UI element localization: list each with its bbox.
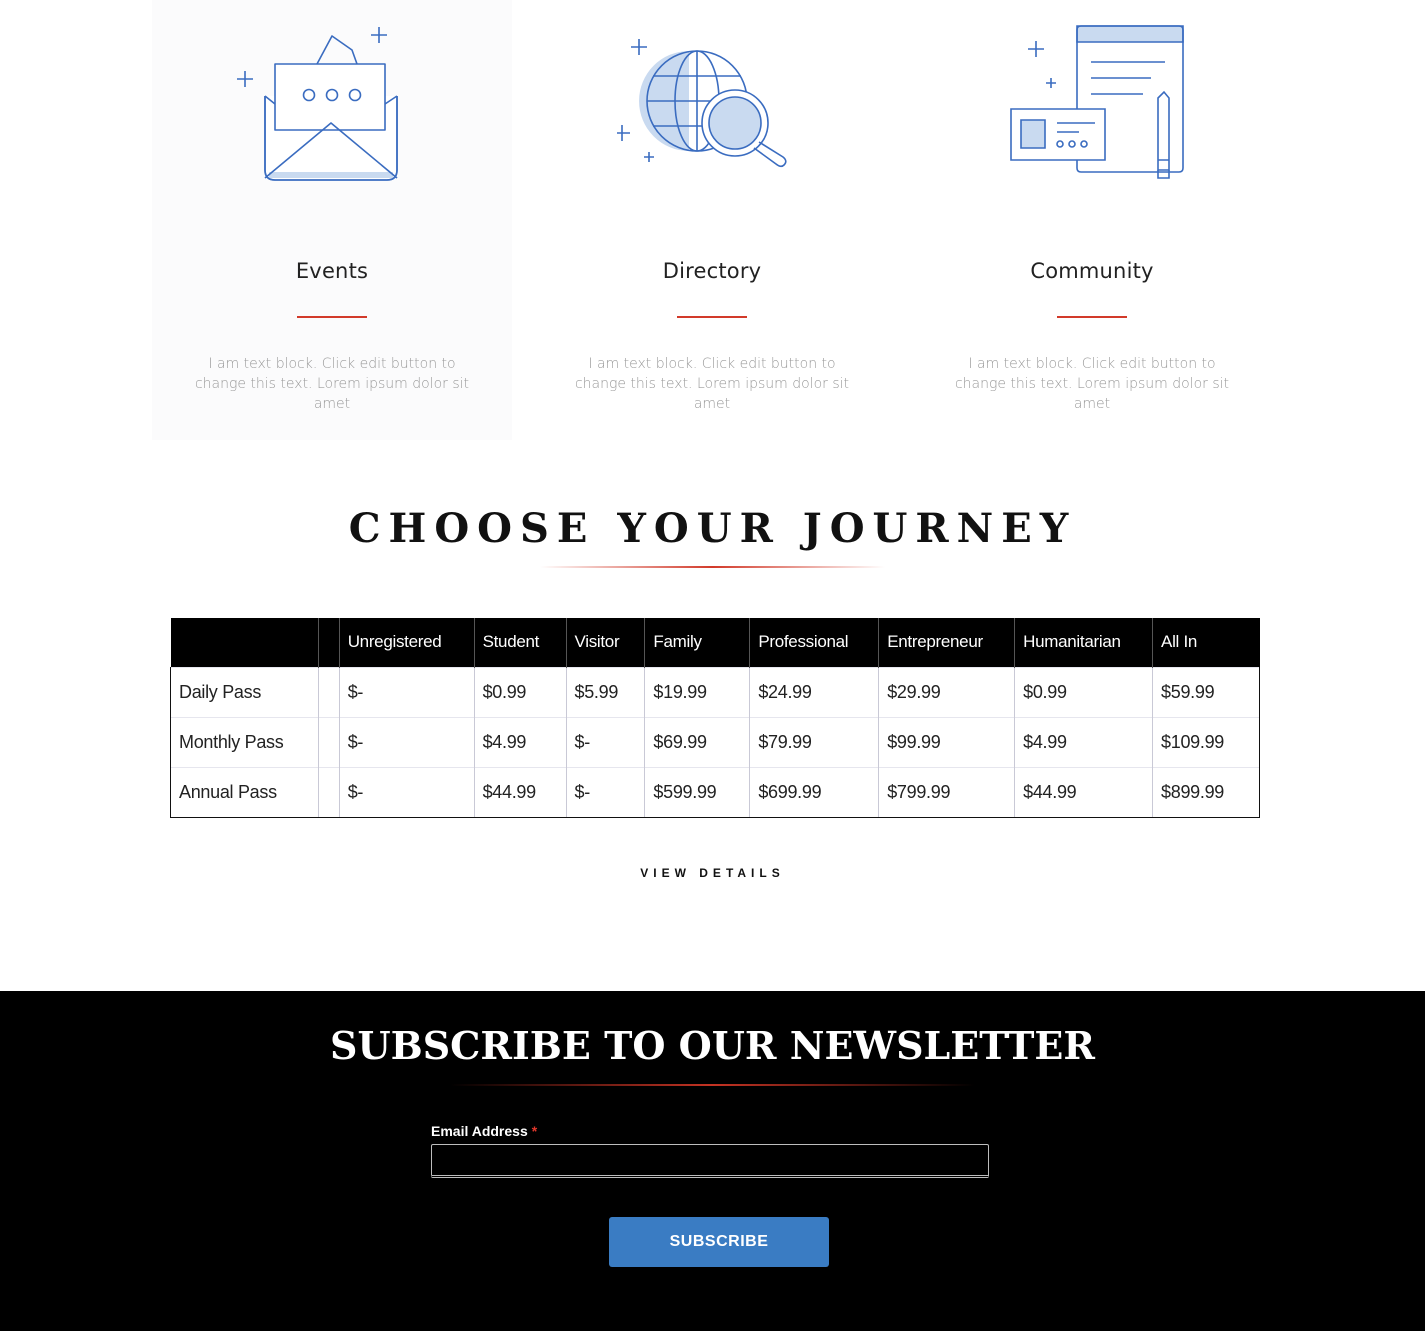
column-header: All In bbox=[1152, 618, 1260, 667]
feature-text: I am text block. Click edit button to ch… bbox=[574, 356, 850, 412]
table-cell: Annual Pass bbox=[170, 766, 319, 818]
feature-text: I am text block. Click edit button to ch… bbox=[194, 356, 470, 412]
feature-divider bbox=[1057, 316, 1127, 318]
column-header: Unregistered bbox=[338, 618, 475, 667]
journey-title: CHOOSE YOUR JOURNEY bbox=[348, 505, 1077, 552]
table-cell: Daily Pass bbox=[170, 666, 319, 717]
column-header bbox=[317, 618, 340, 667]
envelope-icon bbox=[152, 20, 512, 190]
table-header-row: Unregistered Student Visitor Family Prof… bbox=[170, 618, 1260, 667]
email-label-text: Email Address bbox=[431, 1123, 528, 1139]
column-header: Student bbox=[473, 618, 566, 667]
feature-divider bbox=[677, 316, 747, 318]
table-cell: $99.99 bbox=[878, 716, 1015, 767]
table-cell: $899.99 bbox=[1152, 766, 1260, 818]
table-cell bbox=[317, 666, 340, 717]
subscribe-button[interactable]: SUBSCRIBE bbox=[609, 1217, 829, 1267]
column-header: Visitor bbox=[565, 618, 645, 667]
column-header: Humanitarian bbox=[1014, 618, 1153, 667]
email-input[interactable] bbox=[431, 1144, 989, 1178]
table-cell: Monthly Pass bbox=[170, 716, 319, 767]
feature-community: Community I am text block. Click edit bu… bbox=[912, 0, 1272, 440]
newsletter-title: SUBSCRIBE TO OUR NEWSLETTER bbox=[330, 1023, 1095, 1068]
feature-text: I am text block. Click edit button to ch… bbox=[954, 356, 1230, 412]
email-label: Email Address * bbox=[431, 1123, 537, 1139]
feature-title: Directory bbox=[662, 259, 762, 283]
table-cell: $4.99 bbox=[473, 716, 566, 767]
view-details-link[interactable]: VIEW DETAILS bbox=[0, 866, 1425, 880]
table-cell: $59.99 bbox=[1152, 666, 1260, 717]
table-cell: $799.99 bbox=[878, 766, 1015, 818]
table-row: Monthly Pass $- $4.99 $- $69.99 $79.99 $… bbox=[170, 716, 1260, 767]
table-cell: $- bbox=[338, 716, 475, 767]
required-marker: * bbox=[531, 1123, 538, 1139]
table-cell: $0.99 bbox=[1014, 666, 1153, 717]
table-cell: $5.99 bbox=[565, 666, 645, 717]
feature-title: Events bbox=[295, 259, 369, 283]
table-cell: $44.99 bbox=[1014, 766, 1153, 818]
column-header: Professional bbox=[749, 618, 879, 667]
table-cell: $0.99 bbox=[473, 666, 566, 717]
table-cell: $24.99 bbox=[749, 666, 879, 717]
feature-divider bbox=[297, 316, 367, 318]
features-section: Events I am text block. Click edit butto… bbox=[0, 0, 1425, 445]
table-cell bbox=[317, 766, 340, 818]
globe-search-icon bbox=[532, 20, 892, 190]
newsletter-section: SUBSCRIBE TO OUR NEWSLETTER Email Addres… bbox=[0, 991, 1425, 1331]
table-cell: $69.99 bbox=[644, 716, 750, 767]
table-cell: $599.99 bbox=[644, 766, 750, 818]
table-cell: $- bbox=[565, 716, 645, 767]
newsletter-divider bbox=[450, 1084, 975, 1086]
table-cell: $44.99 bbox=[473, 766, 566, 818]
journey-divider bbox=[540, 566, 885, 568]
table-cell: $- bbox=[338, 766, 475, 818]
feature-directory: Directory I am text block. Click edit bu… bbox=[532, 0, 892, 440]
table-cell: $79.99 bbox=[749, 716, 879, 767]
feature-events: Events I am text block. Click edit butto… bbox=[152, 0, 512, 440]
table-cell: $699.99 bbox=[749, 766, 879, 818]
table-cell: $- bbox=[338, 666, 475, 717]
table-cell: $29.99 bbox=[878, 666, 1015, 717]
column-header bbox=[170, 618, 319, 667]
table-cell: $19.99 bbox=[644, 666, 750, 717]
pricing-table: Unregistered Student Visitor Family Prof… bbox=[170, 618, 1260, 818]
table-cell: $109.99 bbox=[1152, 716, 1260, 767]
table-cell bbox=[317, 716, 340, 767]
column-header: Entrepreneur bbox=[878, 618, 1015, 667]
column-header: Family bbox=[644, 618, 750, 667]
table-cell: $4.99 bbox=[1014, 716, 1153, 767]
id-card-document-icon bbox=[912, 20, 1272, 190]
table-row: Daily Pass $- $0.99 $5.99 $19.99 $24.99 … bbox=[170, 666, 1260, 717]
feature-title: Community bbox=[1030, 259, 1154, 283]
table-row: Annual Pass $- $44.99 $- $599.99 $699.99… bbox=[170, 766, 1260, 818]
section-notch-shape bbox=[640, 991, 785, 1013]
table-cell: $- bbox=[565, 766, 645, 818]
